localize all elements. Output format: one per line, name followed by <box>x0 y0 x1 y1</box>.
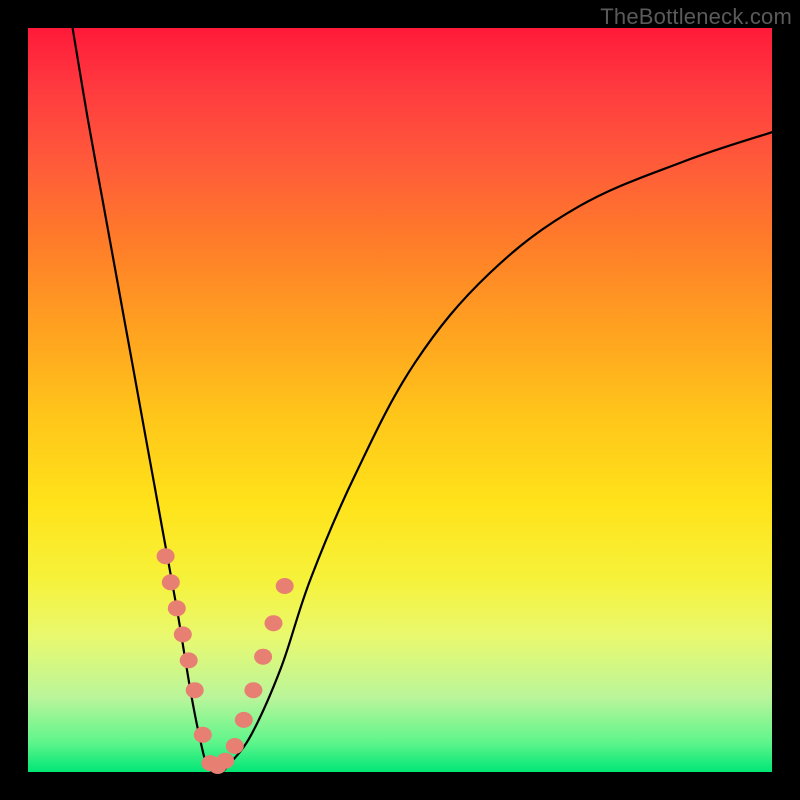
bottleneck-curve <box>73 28 772 773</box>
chart-svg <box>28 28 772 772</box>
data-marker <box>168 600 186 616</box>
data-marker <box>216 753 234 769</box>
data-marker <box>174 626 192 642</box>
data-marker <box>235 712 253 728</box>
data-marker <box>276 578 294 594</box>
chart-plot-area <box>28 28 772 772</box>
data-marker <box>254 649 272 665</box>
watermark-text: TheBottleneck.com <box>600 4 792 30</box>
data-marker <box>194 727 212 743</box>
data-marker <box>162 574 180 590</box>
data-marker <box>244 682 262 698</box>
data-marker <box>180 652 198 668</box>
data-marker <box>226 738 244 754</box>
marker-group <box>157 548 294 774</box>
data-marker <box>265 615 283 631</box>
data-marker <box>186 682 204 698</box>
data-marker <box>157 548 175 564</box>
chart-frame: TheBottleneck.com <box>0 0 800 800</box>
